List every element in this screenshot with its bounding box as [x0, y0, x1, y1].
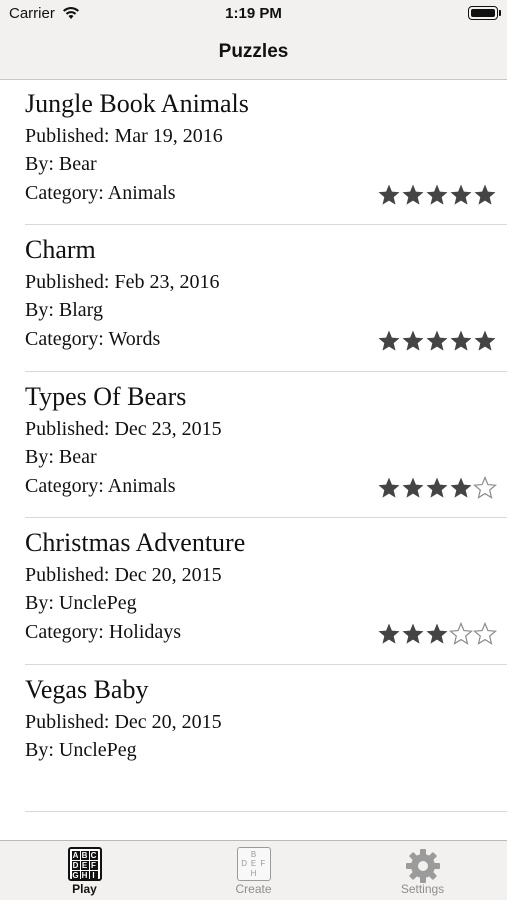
- author: By: UnclePeg: [25, 738, 137, 761]
- battery-icon: [468, 6, 501, 20]
- puzzle-list[interactable]: Published: Mar 21, 2016By: BearCategory:…: [0, 80, 507, 840]
- puzzle-title: Christmas Adventure: [25, 528, 246, 558]
- star-filled-icon: [402, 184, 424, 205]
- gear-icon: [405, 849, 440, 883]
- puzzle-title: Jungle Book Animals: [25, 88, 249, 118]
- star-filled-icon: [426, 623, 448, 644]
- star-rating: [377, 622, 497, 646]
- star-filled-icon: [378, 184, 400, 205]
- star-filled-icon: [426, 477, 448, 498]
- published-date: Published: Mar 19, 2016: [25, 124, 223, 147]
- tab-create-label: Create: [235, 882, 272, 896]
- star-filled-icon: [450, 330, 472, 351]
- star-empty-icon: [473, 622, 497, 646]
- star-filled-icon: [378, 477, 400, 498]
- clock: 1:19 PM: [225, 5, 282, 22]
- puzzle-title: Charm: [25, 235, 96, 265]
- star-filled-icon: [402, 477, 424, 498]
- tab-create[interactable]: B DEF H Create: [169, 841, 338, 900]
- puzzle-row[interactable]: Types Of Bears Published: Dec 23, 2015 By:…: [25, 372, 507, 519]
- star-filled-icon: [474, 330, 496, 351]
- category: Category: Animals: [25, 474, 176, 497]
- puzzle-row[interactable]: Charm Published: Feb 23, 2016 By: Blarg Cat…: [25, 225, 507, 372]
- star-filled-icon: [474, 184, 496, 205]
- puzzle-title: Types Of Bears: [25, 381, 187, 411]
- navigation-bar: Puzzles: [0, 28, 507, 80]
- author: By: Bear: [25, 445, 97, 468]
- tab-settings[interactable]: Settings: [338, 841, 507, 900]
- author: By: Blarg: [25, 299, 103, 322]
- star-filled-icon: [402, 623, 424, 644]
- category: Category: Animals: [25, 181, 176, 204]
- category: Category: Words: [25, 328, 161, 351]
- status-bar: Carrier 1:19 PM: [0, 0, 507, 28]
- tab-bar: ABC DEF GHI Play B DEF H Create Settings: [0, 840, 507, 900]
- author: By: Bear: [25, 152, 97, 175]
- puzzle-row[interactable]: Christmas Adventure Published: Dec 20, 20…: [25, 518, 507, 665]
- star-filled-icon: [378, 330, 400, 351]
- puzzle-title: Vegas Baby: [25, 674, 149, 704]
- star-rating: [377, 329, 497, 353]
- author: By: UnclePeg: [25, 592, 137, 615]
- tab-settings-label: Settings: [400, 882, 445, 896]
- abc-grid-icon: ABC DEF GHI: [67, 847, 102, 881]
- page-title: Puzzles: [218, 41, 289, 62]
- star-rating: [377, 183, 497, 207]
- tab-play[interactable]: ABC DEF GHI Play: [0, 841, 169, 900]
- published-date: Published: Dec 23, 2015: [25, 417, 222, 440]
- blank-grid-icon: B DEF H: [236, 847, 271, 881]
- puzzle-row[interactable]: Vegas Baby Published: Dec 20, 2015 By: Unc…: [25, 665, 507, 812]
- published-date: Published: Dec 20, 2015: [25, 564, 222, 587]
- star-filled-icon: [426, 184, 448, 205]
- tab-play-label: Play: [72, 882, 97, 896]
- published-date: Published: Feb 23, 2016: [25, 271, 220, 294]
- star-filled-icon: [426, 330, 448, 351]
- star-filled-icon: [378, 623, 400, 644]
- published-date: Published: Dec 20, 2015: [25, 710, 222, 733]
- star-filled-icon: [450, 184, 472, 205]
- star-filled-icon: [402, 330, 424, 351]
- star-filled-icon: [450, 477, 472, 498]
- star-empty-icon: [449, 622, 473, 646]
- star-rating: [377, 475, 497, 500]
- category: Category: Holidays: [25, 621, 182, 644]
- puzzle-row[interactable]: Jungle Book Animals Published: Mar 19, 20…: [25, 80, 507, 226]
- star-empty-icon: [473, 475, 497, 499]
